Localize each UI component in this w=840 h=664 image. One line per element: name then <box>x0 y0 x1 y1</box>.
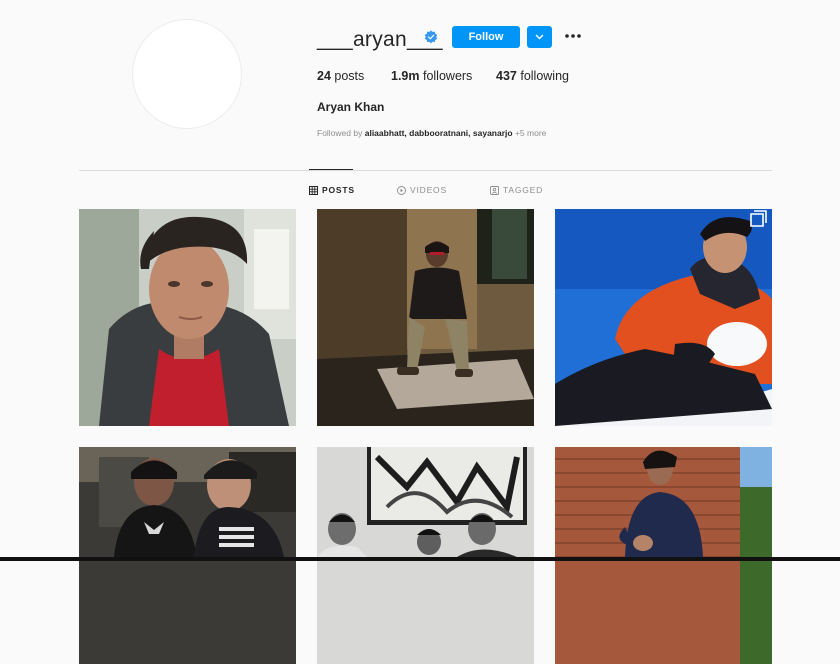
post-tile-brick-wall-sweater[interactable] <box>555 447 772 664</box>
play-icon <box>397 185 406 195</box>
tab-tagged[interactable]: TAGGED <box>490 185 543 195</box>
tab-posts[interactable]: POSTS <box>309 185 355 195</box>
follow-button[interactable]: Follow <box>452 26 520 48</box>
post-tile-snow-orange-jacket[interactable] <box>555 209 772 426</box>
followers-label: followers <box>422 69 473 83</box>
post-image <box>317 447 534 664</box>
suggested-accounts-button[interactable] <box>527 26 552 48</box>
more-dots-icon <box>565 34 581 38</box>
active-tab-indicator <box>309 169 353 170</box>
tab-videos[interactable]: VIDEOS <box>397 185 447 195</box>
post-tile-two-friends-hoodies[interactable] <box>79 447 296 664</box>
more-options-button[interactable] <box>564 29 582 43</box>
posts-count: 24 <box>317 69 331 83</box>
posts-label: posts <box>334 69 365 83</box>
post-image <box>555 447 772 664</box>
profile-avatar[interactable] <box>132 19 242 129</box>
tab-tagged-label: TAGGED <box>503 185 544 195</box>
post-image <box>317 209 534 426</box>
post-tile-portrait-red-shirt[interactable] <box>79 209 296 426</box>
grid-icon <box>309 185 318 195</box>
profile-full-name: Aryan Khan <box>317 100 385 114</box>
followers-count: 1.9m <box>391 69 420 83</box>
posts-stat: 24 posts <box>317 69 364 83</box>
tabs-divider <box>79 170 772 171</box>
followers-stat[interactable]: 1.9m followers <box>391 69 472 83</box>
following-stat[interactable]: 437 following <box>496 69 569 83</box>
post-tile-group-under-painting[interactable] <box>317 447 534 664</box>
post-image <box>555 209 772 426</box>
followed-by-users[interactable]: aliaabhatt, dabbooratnani, sayanarjo <box>365 128 513 138</box>
post-tile-seated-in-shadow[interactable] <box>317 209 534 426</box>
tab-videos-label: VIDEOS <box>410 185 447 195</box>
post-image <box>79 447 296 664</box>
following-label: following <box>520 69 569 83</box>
tag-icon <box>490 185 499 195</box>
followed-by[interactable]: Followed by aliaabhatt, dabbooratnani, s… <box>317 128 546 138</box>
verified-badge-icon <box>424 30 438 44</box>
chevron-down-icon <box>535 34 544 40</box>
post-image <box>79 209 296 426</box>
followed-by-prefix: Followed by <box>317 128 363 138</box>
tab-posts-label: POSTS <box>322 185 355 195</box>
following-count: 437 <box>496 69 517 83</box>
bottom-edge <box>0 557 840 561</box>
followed-by-more[interactable]: +5 more <box>515 128 546 138</box>
